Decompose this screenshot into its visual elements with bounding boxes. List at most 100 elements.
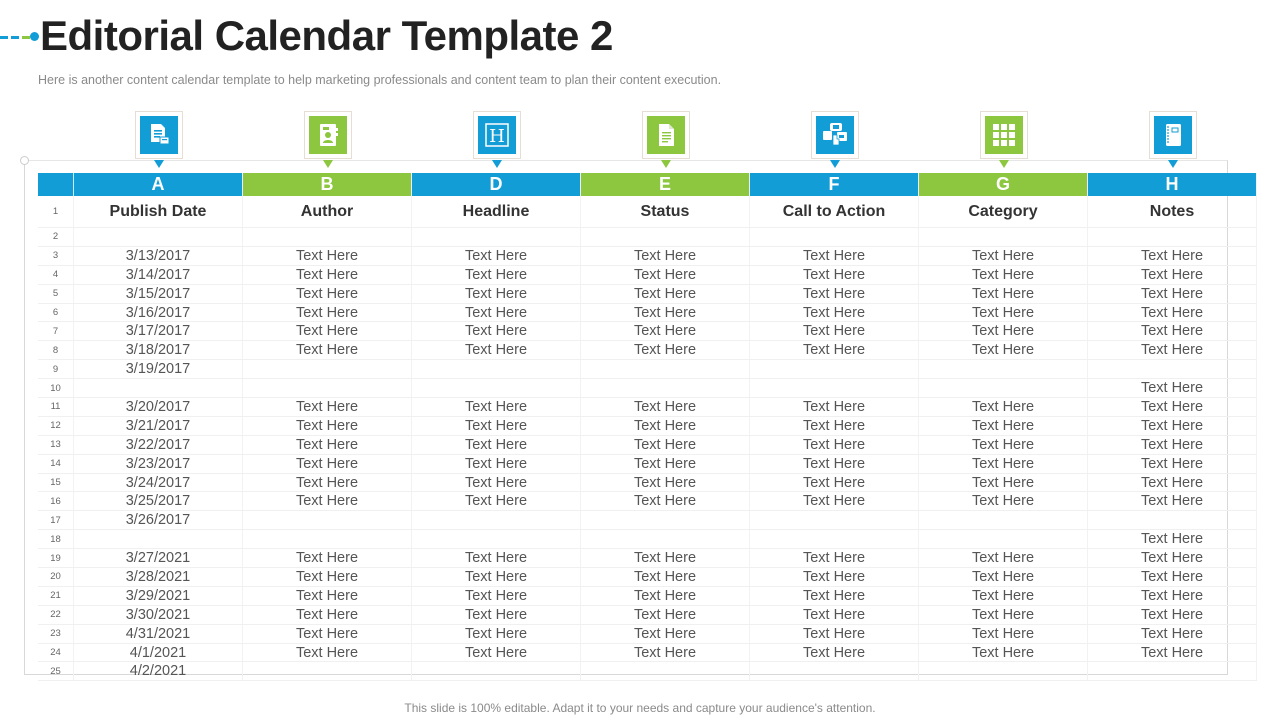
table-cell[interactable]: Text Here [243, 303, 412, 322]
table-cell[interactable] [581, 228, 750, 246]
table-cell[interactable]: Text Here [919, 303, 1088, 322]
table-cell[interactable]: 4/1/2021 [74, 643, 243, 662]
table-cell[interactable]: Text Here [1088, 265, 1257, 284]
table-cell[interactable]: Text Here [412, 303, 581, 322]
table-cell[interactable] [919, 379, 1088, 398]
table-cell[interactable] [1088, 662, 1257, 681]
table-cell[interactable]: Text Here [750, 246, 919, 265]
table-cell[interactable]: Text Here [1088, 473, 1257, 492]
table-cell[interactable] [919, 662, 1088, 681]
table-cell[interactable]: Text Here [750, 605, 919, 624]
table-cell[interactable]: Text Here [1088, 643, 1257, 662]
table-cell[interactable] [581, 511, 750, 530]
table-cell[interactable] [412, 360, 581, 379]
table-cell[interactable]: Text Here [750, 322, 919, 341]
column-letter-h[interactable]: H [1088, 173, 1257, 196]
table-cell[interactable]: Text Here [581, 624, 750, 643]
table-cell[interactable]: Text Here [243, 322, 412, 341]
row-number[interactable]: 2 [38, 228, 74, 246]
table-cell[interactable]: 3/14/2017 [74, 265, 243, 284]
table-cell[interactable]: Text Here [412, 416, 581, 435]
table-cell[interactable] [243, 228, 412, 246]
table-cell[interactable] [243, 379, 412, 398]
table-cell[interactable]: Text Here [581, 605, 750, 624]
table-cell[interactable]: Text Here [1088, 454, 1257, 473]
column-header-cell[interactable]: Notes [1088, 196, 1257, 227]
table-cell[interactable] [750, 530, 919, 549]
table-cell[interactable]: Text Here [919, 265, 1088, 284]
table-cell[interactable] [581, 662, 750, 681]
table-cell[interactable]: Text Here [412, 435, 581, 454]
table-cell[interactable]: Text Here [919, 605, 1088, 624]
table-cell[interactable]: Text Here [919, 322, 1088, 341]
row-number[interactable]: 3 [38, 246, 74, 265]
table-cell[interactable] [750, 511, 919, 530]
table-cell[interactable]: Text Here [750, 643, 919, 662]
table-cell[interactable]: Text Here [1088, 322, 1257, 341]
table-cell[interactable]: 3/20/2017 [74, 398, 243, 416]
table-cell[interactable] [1088, 511, 1257, 530]
table-cell[interactable]: 3/19/2017 [74, 360, 243, 379]
table-cell[interactable]: Text Here [412, 454, 581, 473]
table-cell[interactable]: Text Here [1088, 246, 1257, 265]
table-cell[interactable] [750, 360, 919, 379]
table-cell[interactable]: Text Here [243, 398, 412, 416]
table-cell[interactable]: Text Here [243, 643, 412, 662]
table-cell[interactable]: Text Here [581, 246, 750, 265]
row-number[interactable]: 20 [38, 568, 74, 586]
table-cell[interactable] [243, 662, 412, 681]
table-cell[interactable]: Text Here [1088, 284, 1257, 303]
table-cell[interactable]: Text Here [243, 454, 412, 473]
table-cell[interactable]: 4/2/2021 [74, 662, 243, 681]
table-cell[interactable]: Text Here [412, 624, 581, 643]
table-cell[interactable]: Text Here [1088, 624, 1257, 643]
table-cell[interactable]: Text Here [1088, 605, 1257, 624]
table-cell[interactable] [412, 379, 581, 398]
table-cell[interactable] [243, 530, 412, 549]
table-cell[interactable] [581, 360, 750, 379]
table-cell[interactable]: Text Here [750, 416, 919, 435]
table-cell[interactable] [74, 530, 243, 549]
table-cell[interactable]: Text Here [1088, 303, 1257, 322]
table-cell[interactable]: Text Here [750, 435, 919, 454]
table-cell[interactable]: Text Here [412, 549, 581, 568]
table-cell[interactable]: Text Here [581, 454, 750, 473]
table-cell[interactable]: Text Here [1088, 568, 1257, 586]
table-cell[interactable]: Text Here [412, 473, 581, 492]
table-cell[interactable]: Text Here [750, 568, 919, 586]
table-cell[interactable]: Text Here [750, 549, 919, 568]
table-cell[interactable]: Text Here [919, 473, 1088, 492]
column-header-cell[interactable]: Headline [412, 196, 581, 227]
table-cell[interactable]: Text Here [581, 341, 750, 360]
table-cell[interactable]: Text Here [581, 549, 750, 568]
row-number[interactable]: 6 [38, 303, 74, 322]
row-number[interactable]: 5 [38, 284, 74, 303]
table-cell[interactable]: Text Here [243, 586, 412, 605]
table-cell[interactable]: Text Here [750, 265, 919, 284]
table-cell[interactable] [412, 511, 581, 530]
table-cell[interactable]: Text Here [581, 473, 750, 492]
table-cell[interactable]: Text Here [750, 284, 919, 303]
table-cell[interactable]: Text Here [243, 341, 412, 360]
table-cell[interactable] [750, 662, 919, 681]
table-cell[interactable] [412, 228, 581, 246]
table-cell[interactable]: 3/21/2017 [74, 416, 243, 435]
table-cell[interactable]: Text Here [581, 643, 750, 662]
table-cell[interactable]: Text Here [412, 643, 581, 662]
table-cell[interactable]: Text Here [1088, 549, 1257, 568]
table-cell[interactable]: 3/22/2017 [74, 435, 243, 454]
row-number[interactable]: 19 [38, 549, 74, 568]
column-header-cell[interactable]: Author [243, 196, 412, 227]
table-cell[interactable]: 3/16/2017 [74, 303, 243, 322]
table-cell[interactable]: Text Here [243, 549, 412, 568]
row-number[interactable]: 14 [38, 454, 74, 473]
table-cell[interactable]: Text Here [412, 265, 581, 284]
table-cell[interactable]: Text Here [243, 568, 412, 586]
table-cell[interactable]: Text Here [243, 284, 412, 303]
table-cell[interactable]: 3/26/2017 [74, 511, 243, 530]
table-cell[interactable]: 3/17/2017 [74, 322, 243, 341]
table-cell[interactable]: 3/18/2017 [74, 341, 243, 360]
table-cell[interactable]: Text Here [412, 284, 581, 303]
table-cell[interactable]: Text Here [919, 416, 1088, 435]
row-number[interactable]: 21 [38, 586, 74, 605]
